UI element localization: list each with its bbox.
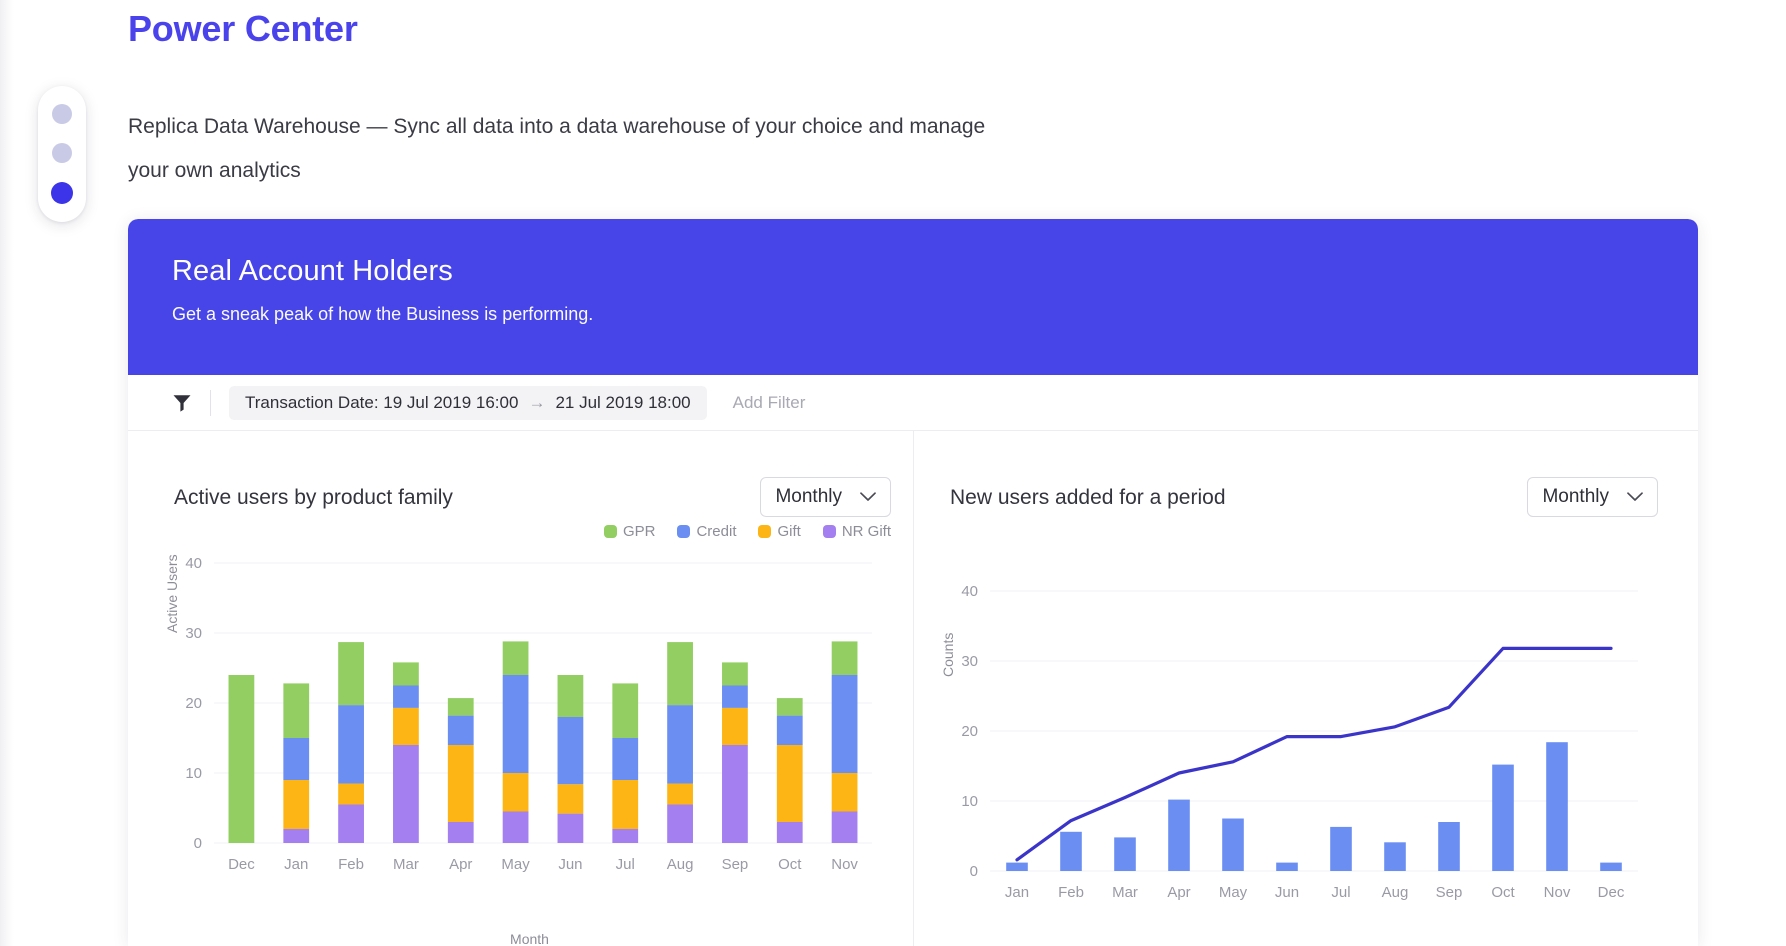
- svg-text:20: 20: [185, 695, 202, 712]
- svg-text:Aug: Aug: [1382, 884, 1409, 901]
- svg-text:May: May: [501, 856, 530, 873]
- svg-text:Apr: Apr: [449, 856, 472, 873]
- svg-text:0: 0: [970, 863, 978, 880]
- dashboard-card: Real Account Holders Get a sneak peak of…: [128, 219, 1698, 946]
- svg-text:Oct: Oct: [1491, 884, 1515, 901]
- page-title: Power Center: [128, 8, 358, 49]
- legend-swatch-icon: [603, 525, 617, 538]
- period-select-right-value: Monthly: [1542, 486, 1609, 507]
- y-axis-label-left: Active Users: [164, 554, 180, 633]
- svg-text:20: 20: [961, 723, 978, 740]
- svg-text:Dec: Dec: [1598, 884, 1625, 901]
- add-filter-button[interactable]: Add Filter: [733, 393, 806, 413]
- step-indicator[interactable]: [38, 86, 86, 222]
- filter-bar: Transaction Date: 19 Jul 2019 16:00 → 21…: [128, 375, 1698, 431]
- period-select-left[interactable]: Monthly: [760, 477, 891, 517]
- svg-text:Mar: Mar: [1112, 884, 1138, 901]
- chart-title-new-users: New users added for a period: [950, 486, 1226, 509]
- filter-chip-label: Transaction Date: 19 Jul 2019 16:00: [245, 392, 519, 412]
- step-dot-3[interactable]: [51, 182, 73, 205]
- svg-text:0: 0: [194, 835, 202, 852]
- legend-label: GPR: [622, 523, 656, 540]
- step-dot-2[interactable]: [52, 142, 72, 163]
- panel-header-left: Active users by product family Monthly: [168, 477, 891, 517]
- svg-text:10: 10: [961, 793, 978, 810]
- plot-new-users: Counts 0 10 20 30 40 Jan Feb Mar Apr May Jun Jul Aug…: [940, 573, 1658, 933]
- svg-text:Mar: Mar: [393, 856, 419, 873]
- chevron-down-icon: [860, 492, 876, 501]
- svg-text:10: 10: [185, 765, 202, 782]
- panel-header-right: New users added for a period Monthly: [944, 477, 1658, 517]
- filter-chip-value: 21 Jul 2019 18:00: [555, 392, 691, 412]
- bar-line-chart: 0 10 20 30 40 Jan Feb Mar Apr May Jun Jul Aug Sep Oct N…: [961, 583, 1638, 901]
- charts-row: Active users by product family Monthly G…: [128, 431, 1698, 946]
- funnel-icon[interactable]: [172, 393, 192, 413]
- legend-label: NR Gift: [841, 523, 891, 540]
- chevron-down-icon: [1627, 492, 1643, 501]
- card-header-subtitle: Get a sneak peak of how the Business is …: [172, 304, 594, 324]
- svg-text:Jan: Jan: [1005, 884, 1029, 901]
- y-axis-label-right: Counts: [940, 632, 956, 677]
- arrow-right-icon: →: [528, 392, 546, 412]
- legend-item[interactable]: NR Gift: [822, 523, 891, 540]
- period-select-left-value: Monthly: [775, 486, 842, 507]
- legend-swatch-icon: [822, 525, 836, 538]
- filter-chip-transaction-date[interactable]: Transaction Date: 19 Jul 2019 16:00 → 21…: [229, 385, 707, 420]
- svg-text:Jul: Jul: [1331, 884, 1350, 901]
- chart-title-active-users: Active users by product family: [174, 486, 453, 509]
- svg-text:Apr: Apr: [1167, 884, 1190, 901]
- legend-item[interactable]: Credit: [677, 523, 736, 540]
- svg-text:Jun: Jun: [1275, 884, 1299, 901]
- svg-text:Feb: Feb: [1058, 884, 1084, 901]
- panel-new-users: New users added for a period Monthly Cou…: [913, 431, 1698, 946]
- svg-text:40: 40: [961, 583, 978, 600]
- card-header-title: Real Account Holders: [172, 255, 453, 287]
- svg-text:Jun: Jun: [558, 856, 582, 873]
- page-subtitle: Replica Data Warehouse — Sync all data i…: [128, 115, 986, 182]
- svg-text:Feb: Feb: [338, 856, 364, 873]
- chart-legend-left: GPR Credit Gift NR Gift: [603, 523, 891, 540]
- x-axis-label-left: Month: [510, 931, 549, 946]
- legend-swatch-icon: [758, 525, 772, 538]
- filter-divider: [210, 389, 211, 416]
- svg-text:Sep: Sep: [722, 856, 749, 873]
- period-select-right[interactable]: Monthly: [1527, 477, 1658, 517]
- svg-text:30: 30: [961, 653, 978, 670]
- legend-label: Gift: [777, 523, 801, 540]
- card-header: Real Account Holders Get a sneak peak of…: [128, 219, 1698, 375]
- svg-text:40: 40: [185, 555, 202, 572]
- legend-label: Credit: [696, 523, 737, 540]
- legend-item[interactable]: Gift: [758, 523, 801, 540]
- stacked-bar-chart: 0 10 20 30 40 Dec Jan Feb Mar Apr May Jun Jul Aug Sep O…: [185, 555, 872, 873]
- svg-text:Aug: Aug: [667, 856, 694, 873]
- svg-text:30: 30: [185, 625, 202, 642]
- svg-text:Jul: Jul: [616, 856, 635, 873]
- svg-text:Nov: Nov: [831, 856, 858, 873]
- svg-text:Nov: Nov: [1544, 884, 1571, 901]
- step-dot-1[interactable]: [52, 103, 72, 124]
- svg-text:May: May: [1219, 884, 1248, 901]
- svg-text:Sep: Sep: [1436, 884, 1463, 901]
- panel-active-users: Active users by product family Monthly G…: [128, 431, 913, 946]
- page-left-shade: [0, 0, 14, 946]
- svg-text:Dec: Dec: [228, 856, 255, 873]
- plot-active-users: Active Users 0 10 20 30 40 Dec Jan Feb Mar Apr May…: [164, 545, 891, 946]
- svg-text:Oct: Oct: [778, 856, 802, 873]
- svg-text:Jan: Jan: [284, 856, 308, 873]
- legend-item[interactable]: GPR: [603, 523, 656, 540]
- legend-swatch-icon: [677, 525, 691, 538]
